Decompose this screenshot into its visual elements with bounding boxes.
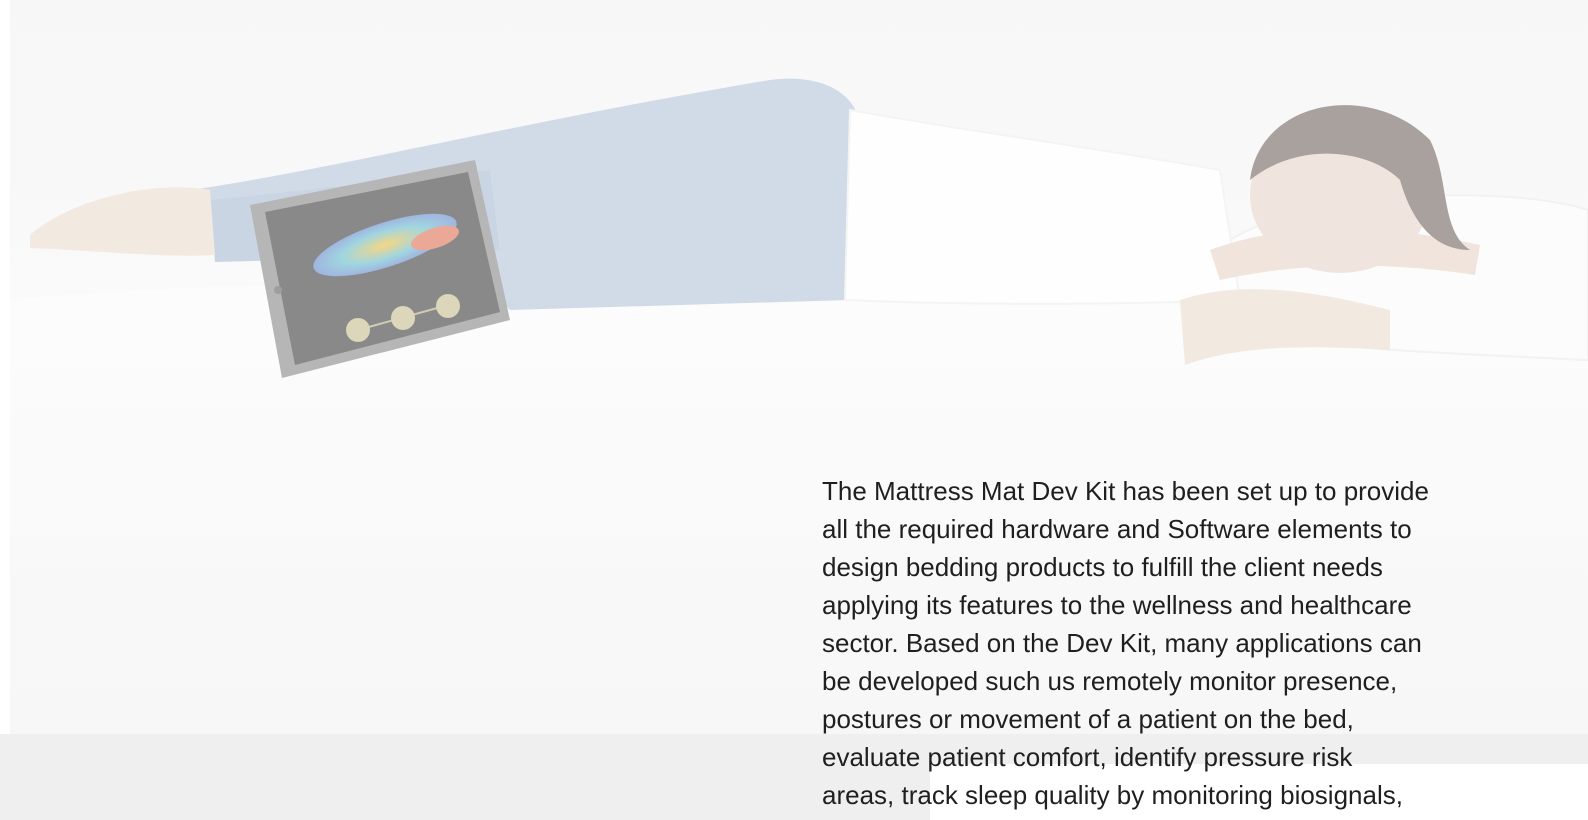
description-text: The Mattress Mat Dev Kit has been set up…: [822, 476, 1429, 810]
page: The Mattress Mat Dev Kit has been set up…: [0, 0, 1588, 820]
